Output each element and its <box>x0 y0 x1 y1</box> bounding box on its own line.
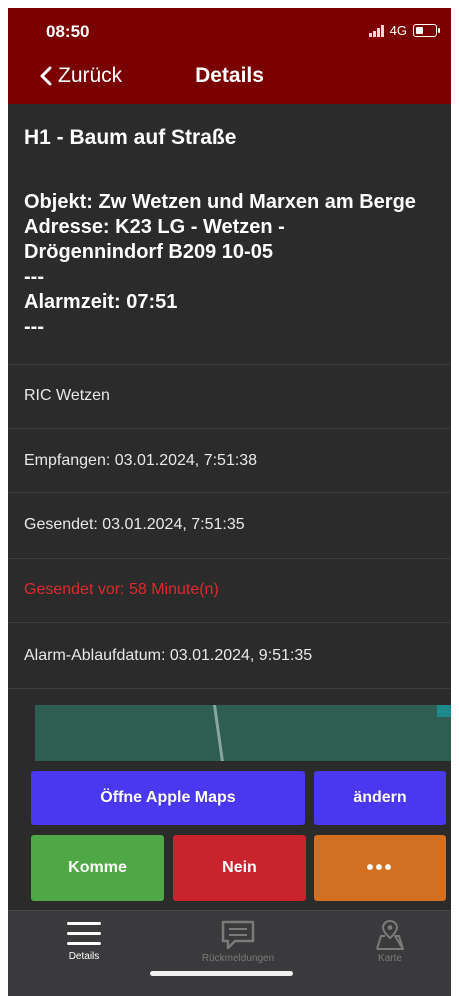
tab-bar: Details Rückmeldungen Karte <box>8 910 451 996</box>
sent-label: Gesendet: 03.01.2024, 7:51:35 <box>24 516 245 533</box>
status-indicators: 4G <box>368 23 440 38</box>
tab-map-label: Karte <box>378 953 402 964</box>
map-marker <box>437 705 451 717</box>
change-button[interactable]: ändern <box>314 771 446 825</box>
tab-details[interactable]: Details <box>24 919 144 962</box>
alarm-details: Objekt: Zw Wetzen und Marxen am Berge Ad… <box>24 190 444 340</box>
separator-2: --- <box>24 316 44 338</box>
page-title: Details <box>195 64 264 87</box>
ric-label: RIC Wetzen <box>24 387 110 404</box>
signal-icon <box>368 24 384 37</box>
menu-icon <box>67 922 101 945</box>
tab-map[interactable]: Karte <box>330 919 450 964</box>
home-indicator <box>150 971 293 976</box>
address-line-2: Drögennindorf B209 10-05 <box>24 241 273 263</box>
address-line-1: Adresse: K23 LG - Wetzen - <box>24 216 285 238</box>
open-apple-maps-button[interactable]: Öffne Apple Maps <box>31 771 305 825</box>
expiry-label: Alarm-Ablaufdatum: 03.01.2024, 9:51:35 <box>24 647 313 664</box>
sent-ago-label: Gesendet vor: 58 Minute(n) <box>24 581 219 598</box>
tab-feedback-label: Rückmeldungen <box>201 953 275 964</box>
expiry-row: Alarm-Ablaufdatum: 03.01.2024, 9:51:35 <box>8 622 451 689</box>
header: 08:50 4G Zurück Details <box>8 8 451 104</box>
alarm-title: H1 - Baum auf Straße <box>24 126 237 149</box>
tab-feedback[interactable]: Rückmeldungen <box>178 919 298 964</box>
sent-ago-row: Gesendet vor: 58 Minute(n) <box>8 558 451 623</box>
tab-details-label: Details <box>68 951 100 962</box>
map-road <box>213 705 225 761</box>
ric-row: RIC Wetzen <box>8 364 451 429</box>
status-time: 08:50 <box>46 22 90 41</box>
alarm-time: Alarmzeit: 07:51 <box>24 291 178 313</box>
battery-icon <box>413 24 440 37</box>
no-button[interactable]: Nein <box>173 835 306 901</box>
received-row: Empfangen: 03.01.2024, 7:51:38 <box>8 428 451 493</box>
object-line: Objekt: Zw Wetzen und Marxen am Berge <box>24 191 416 213</box>
more-button[interactable]: ••• <box>314 835 446 901</box>
divider <box>8 688 451 690</box>
sent-row: Gesendet: 03.01.2024, 7:51:35 <box>8 492 451 557</box>
map-preview[interactable] <box>35 705 451 761</box>
network-label: 4G <box>389 23 407 38</box>
map-pin-icon <box>376 919 404 950</box>
come-button[interactable]: Komme <box>31 835 164 901</box>
app-screen: 08:50 4G Zurück Details H1 - Baum auf St… <box>8 8 451 996</box>
separator-1: --- <box>24 266 44 288</box>
received-label: Empfangen: 03.01.2024, 7:51:38 <box>24 452 258 469</box>
chat-icon <box>221 920 255 950</box>
